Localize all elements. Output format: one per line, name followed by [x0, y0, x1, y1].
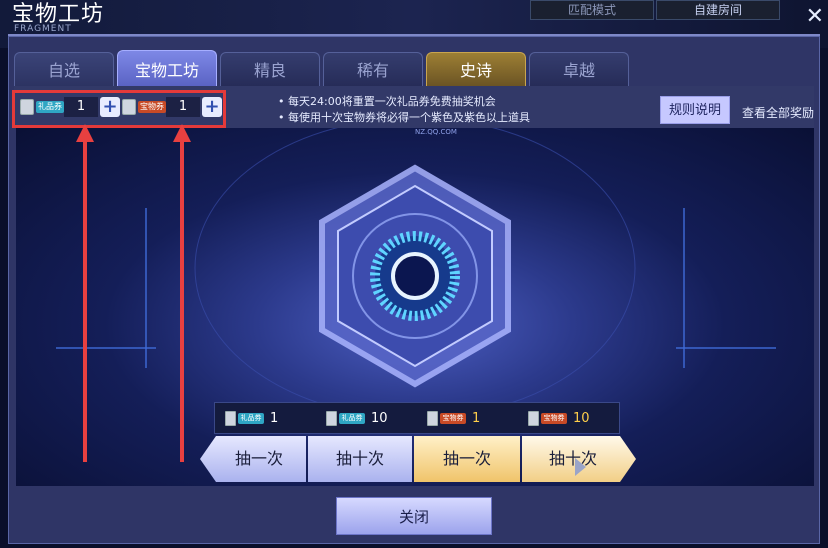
- draw-ten-gift-button[interactable]: 抽十次: [308, 436, 412, 482]
- tab-excellent[interactable]: 卓越: [529, 52, 629, 86]
- ticket-icon: [225, 410, 236, 426]
- tab-bar: 自选 宝物工坊 精良 稀有 史诗 卓越: [14, 50, 632, 86]
- cost-item: 宝物券 1: [417, 410, 518, 426]
- view-all-rewards-link[interactable]: 查看全部奖励: [742, 104, 814, 121]
- ticket-icon: [427, 410, 438, 426]
- draw-once-gift-button[interactable]: 抽一次: [200, 436, 306, 482]
- notes: 每天24:00将重置一次礼品券免费抽奖机会 每使用十次宝物券将必得一个紫色及紫色…: [278, 94, 530, 126]
- draw-buttons: 抽一次 抽十次 抽一次 抽十次: [200, 436, 636, 482]
- mouse-cursor-icon: [575, 458, 586, 476]
- annotation-highlight-box: [12, 90, 226, 128]
- cost-number: 10: [573, 410, 590, 426]
- cost-number: 10: [371, 410, 388, 426]
- cost-label: 宝物券: [541, 412, 567, 424]
- close-icon[interactable]: ✕: [806, 6, 824, 28]
- rules-button[interactable]: 规则说明: [660, 96, 730, 124]
- note-line: 每天24:00将重置一次礼品券免费抽奖机会: [278, 94, 530, 110]
- note-line: 每使用十次宝物券将必得一个紫色及紫色以上道具: [278, 110, 530, 126]
- draw-once-treasure-button[interactable]: 抽一次: [414, 436, 520, 482]
- close-button[interactable]: 关闭: [336, 497, 492, 535]
- cost-label: 宝物券: [440, 412, 466, 424]
- tab-epic[interactable]: 史诗: [426, 52, 526, 86]
- cost-label: 礼品券: [238, 412, 264, 424]
- ticket-icon: [528, 410, 539, 426]
- cost-item: 礼品券 10: [316, 410, 417, 426]
- tab-custom[interactable]: 自选: [14, 52, 114, 86]
- cost-label: 礼品券: [339, 412, 365, 424]
- cost-item: 宝物券 10: [518, 410, 619, 426]
- cost-bar: 礼品券 1 礼品券 10 宝物券 1 宝物券 10: [214, 402, 620, 434]
- window-subtitle: FRAGMENT: [14, 24, 72, 34]
- annotation-arrow: [83, 140, 87, 462]
- tab-fine[interactable]: 精良: [220, 52, 320, 86]
- tab-rare[interactable]: 稀有: [323, 52, 423, 86]
- cost-number: 1: [472, 410, 481, 426]
- stage-watermark: NZ.QQ.COM: [415, 128, 457, 136]
- annotation-arrow-head: [173, 124, 191, 142]
- annotation-arrow: [180, 140, 184, 462]
- annotation-arrow-head: [76, 124, 94, 142]
- cost-number: 1: [270, 410, 279, 426]
- tab-treasure-workshop[interactable]: 宝物工坊: [117, 50, 217, 86]
- cost-item: 礼品券 1: [215, 410, 316, 426]
- custom-room-button[interactable]: 自建房间: [656, 0, 780, 20]
- match-mode-button[interactable]: 匹配模式: [530, 0, 654, 20]
- ticket-icon: [326, 410, 337, 426]
